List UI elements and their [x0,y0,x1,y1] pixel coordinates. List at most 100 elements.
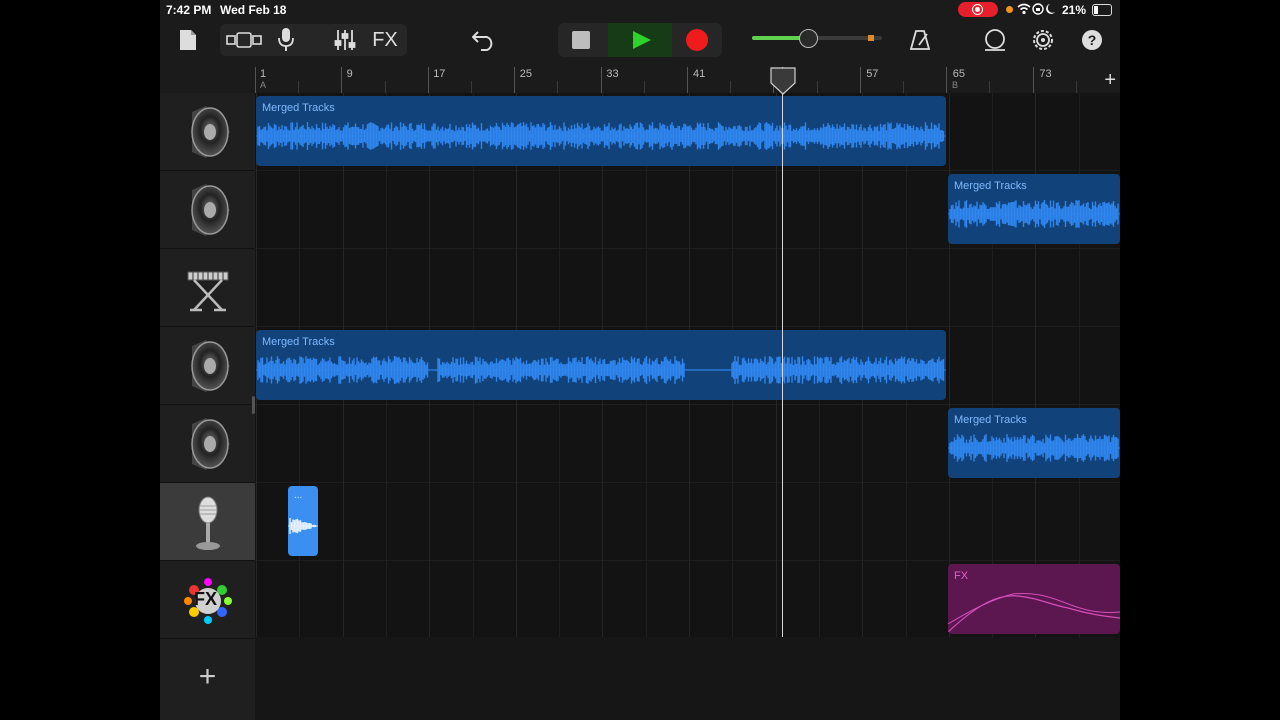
ruler-tick [643,81,645,93]
ruler-tick [1032,67,1034,93]
ruler-bar-label: 41 [693,68,706,80]
loop-browser-icon[interactable] [980,24,1010,56]
playhead[interactable] [782,67,783,637]
screen-recording-icon[interactable] [958,2,998,17]
ruler-tick [384,81,386,93]
speaker-icon [190,339,230,392]
ruler-tick [427,67,429,93]
track-region[interactable]: FX [948,564,1120,634]
play-button[interactable] [608,23,672,57]
ruler-tick [341,67,343,93]
ruler-bar-label: 65 [952,68,966,80]
region-name: Merged Tracks [262,336,335,348]
stop-button[interactable] [572,31,590,49]
track-region[interactable]: Merged Tracks [948,408,1120,478]
peak-indicator [868,35,874,41]
ruler-bar-label: 33 [606,68,619,80]
battery-icon [1092,4,1112,16]
header-resize-handle[interactable] [252,396,255,414]
add-section-button[interactable]: + [1104,69,1116,92]
speaker-icon [190,417,230,470]
region-name: Merged Tracks [954,180,1027,192]
volume-knob[interactable] [798,29,818,48]
status-date: Wed Feb 18 [220,3,287,17]
fx-track-label: FX [194,589,218,609]
region-name: FX [954,570,969,582]
speaker-icon [190,105,230,158]
empty-lane-area [255,637,1120,720]
automation-curve [948,593,1120,633]
track-lane[interactable] [255,483,1120,561]
waveform [256,122,946,150]
svg-text:?: ? [1088,32,1097,48]
help-icon[interactable]: ? [1078,24,1106,56]
track-header[interactable] [160,483,255,561]
ruler-bar-label: 57 [866,68,879,80]
status-time: 7:42 PM [166,3,212,17]
ruler-tick [255,67,256,93]
ruler-tick [816,81,818,93]
timeline-ruler[interactable]: 191725334149576573AB+ [255,67,1120,93]
battery-percent: 21% [1062,3,1087,17]
ruler-tick [730,81,732,93]
mixer-icon[interactable] [330,24,360,56]
playhead-handle[interactable] [770,67,796,95]
garageband-screen: 7:42 PM Wed Feb 18 21% FX ? 1 9 17 25 33… [160,0,1120,720]
ruler-tick [687,67,688,93]
track-header[interactable] [160,93,255,171]
settings-icon[interactable] [1028,24,1058,56]
ruler-tick [1075,81,1077,93]
ruler-bar-label: 17 [433,68,446,80]
play-icon [633,31,651,49]
ruler-bar-label: 1 [260,68,267,80]
ruler-bar-label: 25 [519,68,533,80]
track-header[interactable] [160,327,255,405]
toolbar: FX ? [160,20,1120,64]
fx-button[interactable]: FX [368,24,402,56]
ruler-bar-label: 9 [346,68,353,80]
lock-rotation-icon [1032,3,1044,15]
status-bar: 7:42 PM Wed Feb 18 21% [160,0,1120,20]
microphone-icon [195,496,220,550]
transport-controls [558,23,722,57]
track-lane[interactable] [255,249,1120,327]
master-volume-slider[interactable] [752,29,882,48]
wifi-icon [1017,3,1031,11]
region-name: Merged Tracks [954,414,1027,426]
microphone-icon[interactable] [272,24,300,56]
ruler-tick [989,81,991,93]
record-button[interactable] [686,29,708,51]
track-header[interactable] [160,171,255,249]
track-region[interactable]: Merged Tracks [256,330,946,400]
ruler-section-label: A [260,80,267,90]
track-view-icon[interactable] [224,24,264,56]
waveform [256,356,946,384]
ruler-tick [298,81,300,93]
track-headers: FX + [160,93,255,720]
browser-icon[interactable] [174,24,202,56]
undo-icon[interactable] [470,24,498,56]
ruler-tick [859,67,861,93]
track-region[interactable]: ... [288,486,318,556]
ruler-section-label: B [952,80,959,90]
track-header[interactable]: FX [160,561,255,639]
keyboard-icon [187,271,228,311]
add-track-button[interactable]: + [160,637,255,717]
track-region[interactable]: Merged Tracks [256,96,946,166]
metronome-icon[interactable] [906,24,934,56]
waveform [288,518,318,534]
speaker-icon [190,183,230,236]
ruler-tick [946,67,948,93]
tracks-area[interactable]: Merged Tracks Merged Tracks Merged Tracks M… [255,93,1120,720]
region-name: ... [294,490,303,501]
moon-icon [1046,4,1055,14]
region-name: Merged Tracks [262,102,335,114]
ruler-tick [557,81,559,93]
track-region[interactable]: Merged Tracks [948,174,1120,244]
ruler-tick [471,81,472,93]
track-header[interactable] [160,249,255,327]
mic-indicator-icon [1006,6,1013,13]
ruler-bar-label: 73 [1039,68,1052,80]
ruler-tick [514,67,516,93]
track-header[interactable] [160,405,255,483]
